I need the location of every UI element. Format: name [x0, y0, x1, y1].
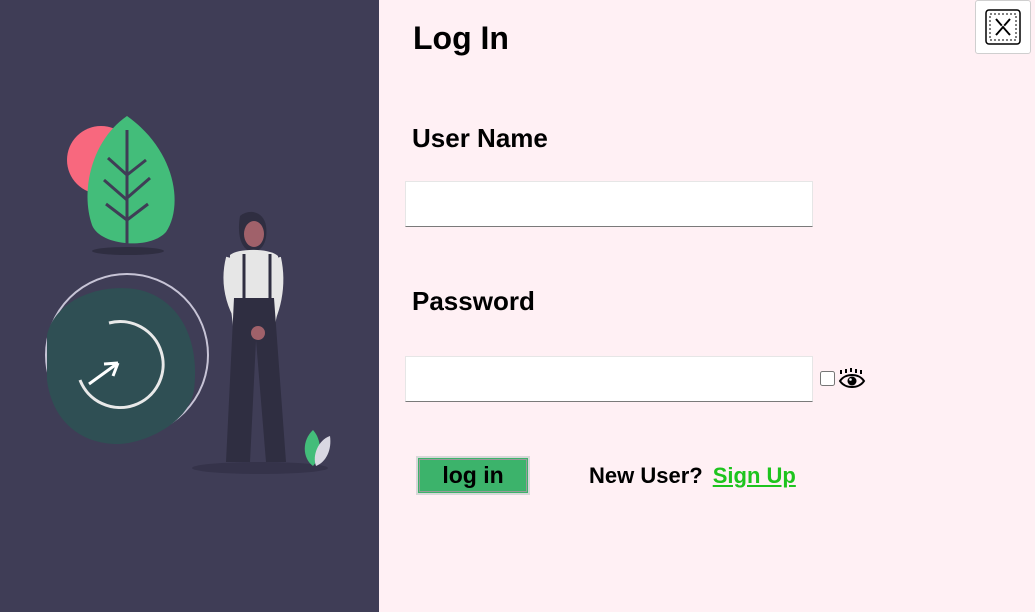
illustration-panel: [0, 0, 379, 612]
page-title: Log In: [413, 20, 509, 56]
password-label: Password: [412, 286, 535, 316]
username-label: User Name: [412, 123, 548, 153]
new-user-text: New User?: [589, 463, 703, 488]
login-illustration: [45, 116, 331, 474]
password-input[interactable]: [405, 356, 813, 402]
close-button[interactable]: [975, 0, 1031, 54]
show-password-checkbox[interactable]: [820, 371, 835, 386]
signup-link[interactable]: Sign Up: [713, 463, 796, 489]
new-user-row: New User? Sign Up: [589, 463, 796, 489]
login-button[interactable]: log in: [416, 456, 530, 495]
eye-icon: [838, 368, 866, 388]
close-icon: [985, 9, 1021, 45]
login-form-panel: Log In User Name Password log in New Use…: [379, 0, 1035, 612]
username-input[interactable]: [405, 181, 813, 227]
